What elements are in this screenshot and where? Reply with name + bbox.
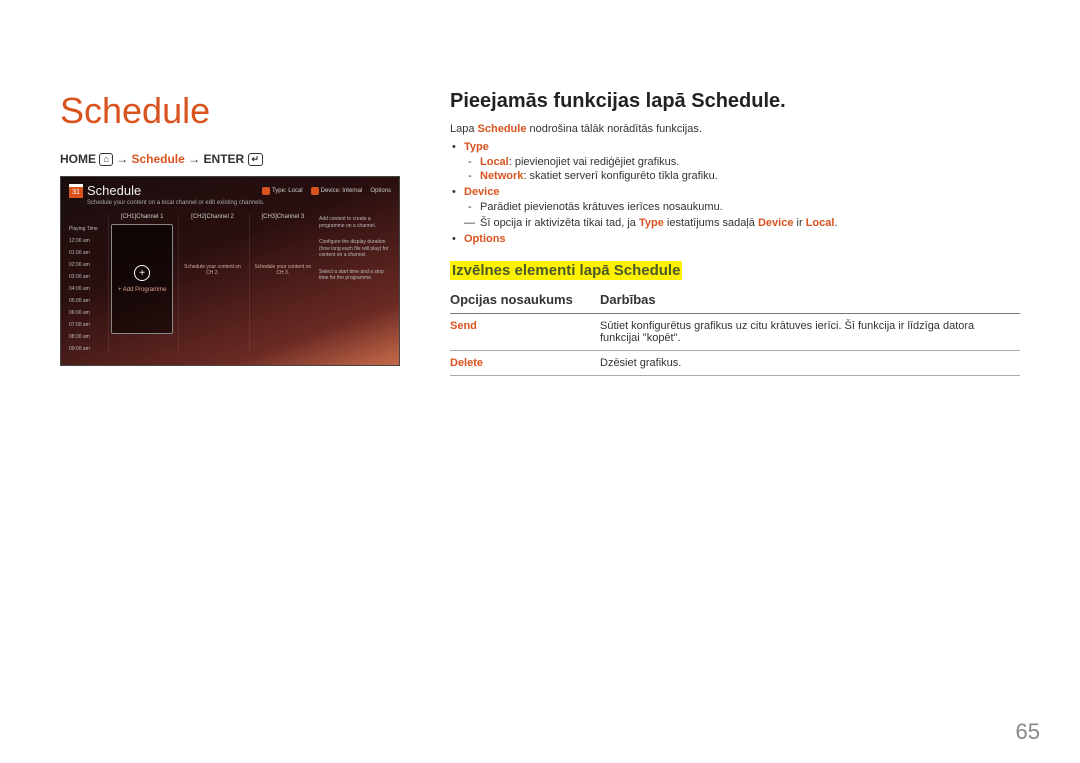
- feature-options: Options: [464, 233, 1020, 245]
- time-row: 12:00 am: [69, 238, 105, 244]
- type-sublist: Local: pievienojiet vai rediģējiet grafi…: [464, 156, 1020, 182]
- option-delete-text: Dzēsiet grafikus.: [600, 351, 1020, 376]
- tv-header: 31 Schedule Type: Local Device: Internal…: [61, 177, 399, 200]
- note-type: Type: [639, 217, 664, 229]
- option-delete-label: Delete: [450, 351, 600, 376]
- device-label: Device: [464, 186, 499, 198]
- note-mid: iestatījums sadaļā: [664, 217, 758, 229]
- add-programme-label: + Add Programme: [118, 287, 167, 293]
- feature-type: Type Local: pievienojiet vai rediģējiet …: [464, 141, 1020, 182]
- option-send-label: Send: [450, 314, 600, 351]
- time-row: 06:00 am: [69, 310, 105, 316]
- enter-icon: ↵: [248, 153, 264, 166]
- option-send-text: Sūtiet konfigurētus grafikus uz citu krā…: [600, 314, 1020, 351]
- tv-info-panel: Add content to create a programme on a c…: [319, 214, 391, 352]
- device-text: Parādiet pievienotās krātuves ierīces no…: [480, 201, 1020, 213]
- table-row: Send Sūtiet konfigurētus grafikus uz cit…: [450, 314, 1020, 351]
- chip-type-label: Type: Local: [272, 188, 303, 194]
- chip-options: Options: [370, 188, 391, 194]
- options-table: Opcijas nosaukums Darbības Send Sūtiet k…: [450, 286, 1020, 376]
- chip-device-label: Device: Internal: [321, 188, 363, 194]
- feature-device: Device Parādiet pievienotās krātuves ier…: [464, 186, 1020, 213]
- time-row: 07:00 am: [69, 322, 105, 328]
- info-text: Select a start time and a stop time for …: [319, 269, 391, 282]
- channel-col-3: [CH3]Channel 3 Schedule your content on …: [249, 214, 316, 352]
- info-text: Configure the display duration (how long…: [319, 239, 391, 259]
- subsection-heading: Izvēlnes elementi lapā Schedule: [450, 261, 682, 280]
- time-row: 01:00 am: [69, 250, 105, 256]
- note-end: .: [834, 217, 837, 229]
- manual-page: Schedule HOME ⌂ → Schedule → ENTER ↵ 31 …: [0, 0, 1080, 416]
- note-local: Local: [806, 217, 835, 229]
- note-sep: ir: [793, 217, 805, 229]
- nav-home-label: HOME: [60, 152, 96, 166]
- chip-type: Type: Local: [262, 187, 303, 195]
- features-list: Type Local: pievienojiet vai rediģējiet …: [450, 141, 1020, 213]
- channel-note: Schedule your content on CH 2.: [181, 260, 243, 280]
- features-list-2: Options: [450, 233, 1020, 245]
- right-column: Pieejamās funkcijas lapā Schedule. Lapa …: [450, 90, 1020, 376]
- info-text: Add content to create a programme on a c…: [319, 216, 391, 229]
- time-row: 02:00 am: [69, 262, 105, 268]
- th-action: Darbības: [600, 286, 1020, 314]
- channel-head: [CH1]Channel 1: [111, 214, 173, 220]
- channel-col-1: [CH1]Channel 1 + + Add Programme: [108, 214, 175, 352]
- note-pre: Šī opcija ir aktivizēta tikai tad, ja: [480, 217, 639, 229]
- intro-post: nodrošina tālāk norādītās funkcijas.: [526, 123, 702, 135]
- network-text: : skatiet serverī konfigurēto tīkla graf…: [523, 170, 717, 182]
- type-local-item: Local: pievienojiet vai rediģējiet grafi…: [480, 156, 1020, 168]
- time-row: 09:00 am: [69, 346, 105, 352]
- chip-device-icon: [311, 187, 319, 195]
- channel-col-2: [CH2]Channel 2 Schedule your content on …: [178, 214, 245, 352]
- navigation-path: HOME ⌂ → Schedule → ENTER ↵: [60, 152, 400, 166]
- section-heading: Pieejamās funkcijas lapā Schedule.: [450, 90, 1020, 113]
- note-device: Device: [758, 217, 793, 229]
- plus-icon: +: [134, 265, 150, 281]
- options-label: Options: [464, 233, 506, 245]
- device-note: Šī opcija ir aktivizēta tikai tad, ja Ty…: [450, 217, 1020, 229]
- calendar-icon: 31: [69, 184, 83, 198]
- intro-keyword: Schedule: [478, 123, 527, 135]
- th-option-name: Opcijas nosaukums: [450, 286, 600, 314]
- table-header-row: Opcijas nosaukums Darbības: [450, 286, 1020, 314]
- network-keyword: Network: [480, 170, 523, 182]
- nav-arrow: →: [188, 152, 200, 166]
- nav-enter-label: ENTER: [204, 152, 245, 166]
- channel-head: [CH2]Channel 2: [181, 214, 243, 220]
- local-text: : pievienojiet vai rediģējiet grafikus.: [509, 156, 680, 168]
- home-icon: ⌂: [99, 153, 112, 166]
- tv-grid: Playing Time 12:00 am 01:00 am 02:00 am …: [61, 210, 399, 356]
- playtime-head: Playing Time: [69, 226, 105, 232]
- chip-type-icon: [262, 187, 270, 195]
- page-number: 65: [1016, 719, 1040, 745]
- channel-note: Schedule your content on CH 3.: [252, 260, 314, 280]
- page-title: Schedule: [60, 90, 400, 132]
- chip-device: Device: Internal: [311, 187, 363, 195]
- tv-screenshot: 31 Schedule Type: Local Device: Internal…: [60, 176, 400, 366]
- intro-text: Lapa Schedule nodrošina tālāk norādītās …: [450, 123, 1020, 135]
- intro-pre: Lapa: [450, 123, 478, 135]
- add-programme-card: + + Add Programme: [111, 224, 173, 334]
- channel-head: [CH3]Channel 3: [252, 214, 314, 220]
- time-row: 05:00 am: [69, 298, 105, 304]
- left-column: Schedule HOME ⌂ → Schedule → ENTER ↵ 31 …: [60, 90, 400, 376]
- type-network-item: Network: skatiet serverī konfigurēto tīk…: [480, 170, 1020, 182]
- device-sublist: Parādiet pievienotās krātuves ierīces no…: [464, 201, 1020, 213]
- table-row: Delete Dzēsiet grafikus.: [450, 351, 1020, 376]
- time-row: 03:00 am: [69, 274, 105, 280]
- nav-schedule-label: Schedule: [131, 152, 184, 166]
- time-row: 04:00 am: [69, 286, 105, 292]
- local-keyword: Local: [480, 156, 509, 168]
- tv-title: Schedule: [87, 183, 262, 198]
- type-label: Type: [464, 141, 489, 153]
- time-row: 08:00 am: [69, 334, 105, 340]
- tv-times-column: Playing Time 12:00 am 01:00 am 02:00 am …: [69, 214, 105, 352]
- tv-top-right: Type: Local Device: Internal Options: [262, 187, 391, 195]
- tv-subtitle: Schedule your content on a local channel…: [61, 200, 399, 210]
- nav-arrow: →: [116, 152, 128, 166]
